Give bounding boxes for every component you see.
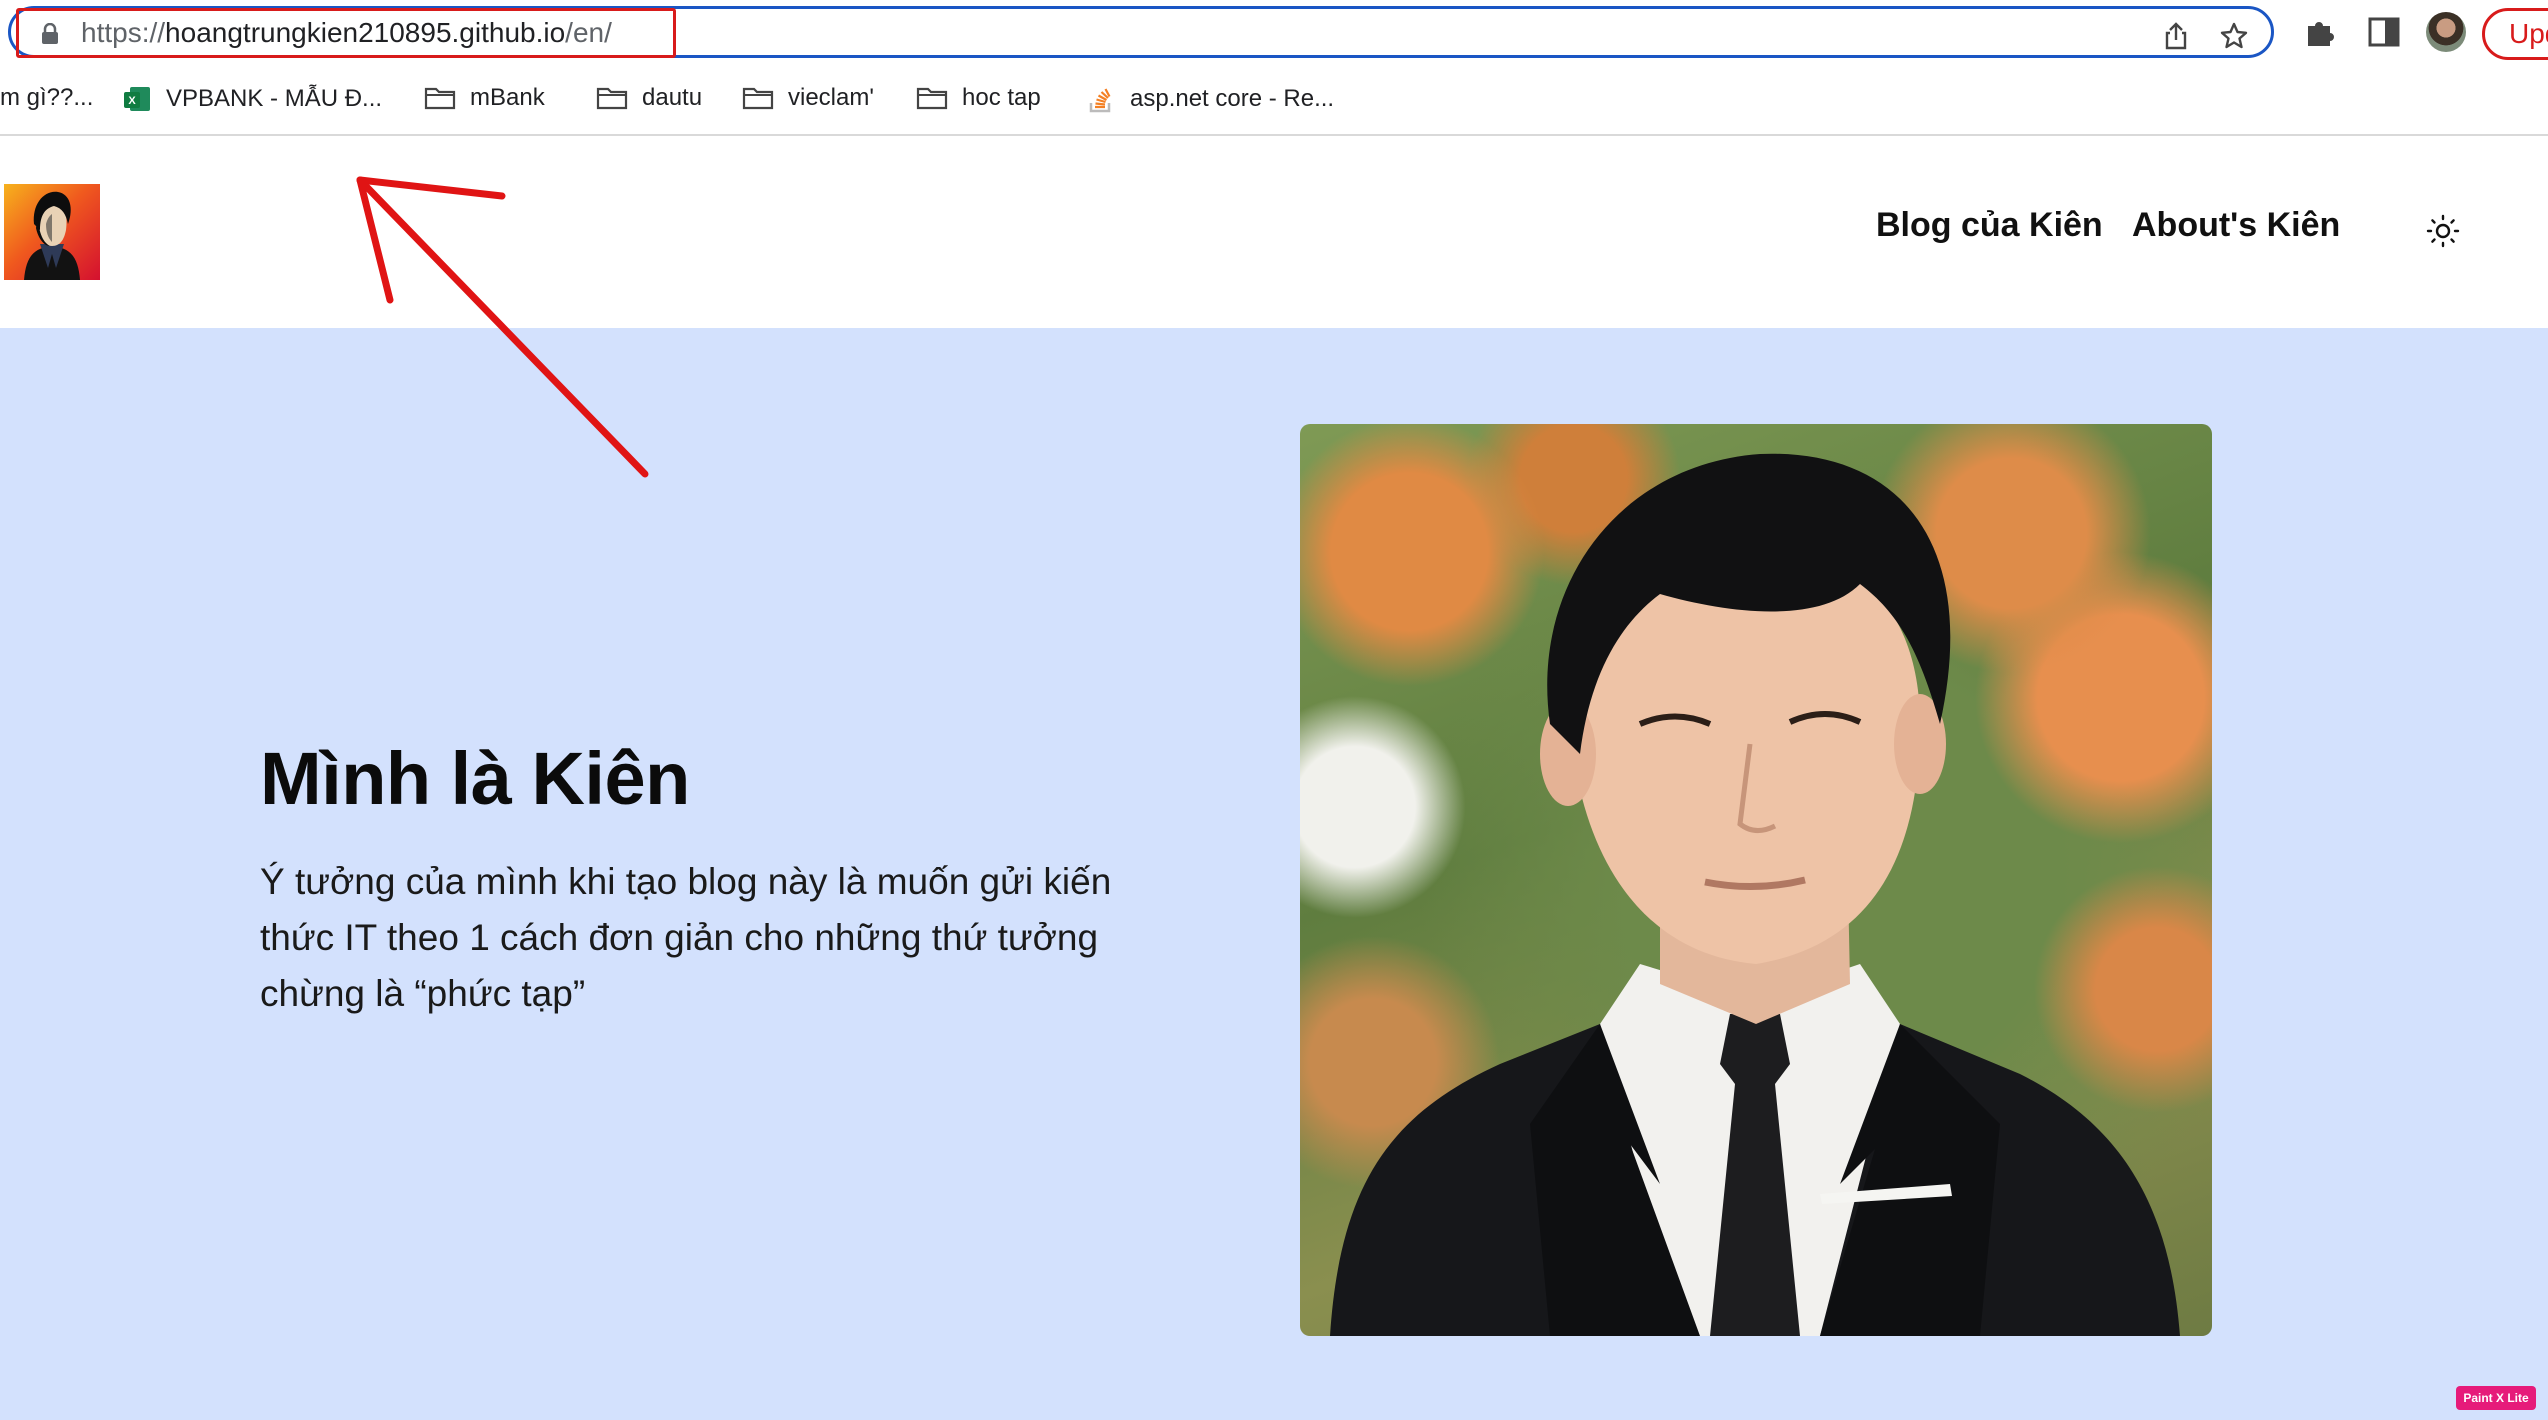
bookmark-label: m gì??...	[0, 84, 94, 111]
url-highlight-box	[16, 8, 676, 58]
bookmark-label: dautu	[642, 84, 703, 111]
paint-x-lite-badge: Paint X Lite	[2456, 1386, 2536, 1410]
hero-title: Mình là Kiên	[260, 737, 690, 820]
bookmark-star-icon[interactable]	[2219, 21, 2249, 51]
share-icon[interactable]	[2161, 21, 2191, 51]
stackoverflow-icon	[1089, 88, 1111, 113]
hero-section: Mình là Kiên Ý tưởng của mình khi tạo bl…	[0, 328, 2548, 1420]
folder-icon	[424, 87, 456, 110]
bookmark-item[interactable]: asp.net core - Re...	[1086, 84, 1334, 114]
browser-toolbar: https://hoangtrungkien210895.github.io/e…	[0, 0, 2548, 136]
bookmark-label: hoc tap	[962, 84, 1041, 111]
hero-description: Ý tưởng của mình khi tạo blog này là muố…	[260, 861, 1112, 1014]
bookmark-label: VPBANK - MẪU Đ...	[166, 85, 383, 112]
bookmark-label: mBank	[470, 84, 545, 111]
bookmark-item[interactable]: m gì??...	[0, 84, 93, 112]
folder-icon	[916, 87, 948, 110]
bookmark-item[interactable]: X VPBANK - MẪU Đ...	[122, 84, 382, 114]
profile-avatar[interactable]	[2426, 12, 2466, 52]
extensions-puzzle-icon[interactable]	[2302, 14, 2338, 50]
folder-icon	[596, 87, 628, 110]
bookmark-label: asp.net core - Re...	[1130, 85, 1335, 112]
nav-about[interactable]: About's Kiên	[2132, 206, 2340, 245]
side-panel-icon[interactable]	[2366, 14, 2402, 50]
bookmark-item[interactable]: vieclam'	[742, 84, 874, 112]
bookmark-item[interactable]: hoc tap	[916, 84, 1041, 112]
logo-avatar-icon	[24, 191, 80, 280]
excel-icon: X	[124, 87, 150, 111]
bookmarks-bar: m gì??... X VPBANK - MẪU Đ... mBank daut…	[0, 78, 2548, 118]
bookmark-item[interactable]: dautu	[596, 84, 702, 112]
bookmark-item[interactable]: mBank	[424, 84, 545, 112]
svg-text:X: X	[128, 95, 136, 107]
nav-blog[interactable]: Blog của Kiên	[1876, 206, 2103, 245]
profile-photo	[1300, 424, 2212, 1336]
portrait-illustration	[1330, 453, 2180, 1336]
site-logo[interactable]	[4, 184, 100, 280]
sun-icon[interactable]	[2426, 214, 2460, 248]
site-header: Blog của Kiên About's Kiên	[0, 136, 2548, 328]
folder-icon	[742, 87, 774, 110]
bookmark-label: vieclam'	[788, 84, 874, 111]
update-button[interactable]: Upd	[2482, 8, 2548, 60]
